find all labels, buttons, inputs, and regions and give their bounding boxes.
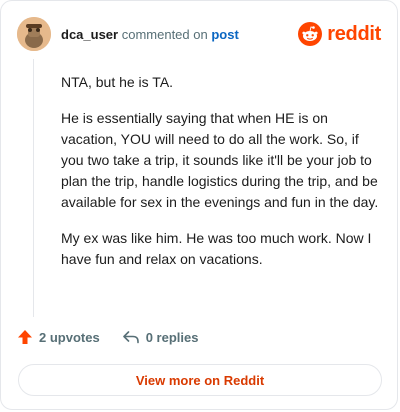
comment-actions: 2 upvotes 0 replies — [17, 329, 198, 345]
comment-meta: dca_user commented on post — [61, 27, 239, 42]
view-more-label: View more on Reddit — [135, 372, 265, 388]
upvote-count: 2 upvotes — [39, 329, 100, 345]
reddit-brand[interactable]: reddit — [298, 22, 381, 46]
view-more-button[interactable]: View more on Reddit — [18, 364, 382, 396]
avatar-image — [17, 17, 51, 51]
comment-paragraph: He is essentially saying that when HE is… — [61, 110, 379, 210]
comment-paragraph: NTA, but he is TA. — [61, 74, 174, 90]
comment-header: dca_user commented on post reddit — [17, 16, 381, 52]
thread-line — [33, 59, 34, 317]
username[interactable]: dca_user — [61, 27, 118, 42]
reddit-logo-icon — [298, 22, 323, 46]
avatar[interactable] — [17, 17, 51, 51]
upvote-button[interactable]: 2 upvotes — [17, 329, 100, 345]
comment-paragraph: My ex was like him. He was too much work… — [61, 230, 372, 267]
upvote-arrow-icon — [18, 330, 32, 344]
comment-body: NTA, but he is TA. He is essentially say… — [61, 72, 381, 285]
brand-wordmark: reddit — [327, 22, 381, 45]
reply-arrow-icon — [122, 331, 139, 344]
comment-card: dca_user commented on post reddit NTA, b… — [0, 0, 398, 410]
post-link[interactable]: post — [211, 27, 238, 42]
action-text: commented on — [121, 26, 208, 42]
reply-count: 0 replies — [145, 329, 199, 345]
reply-button[interactable]: 0 replies — [122, 329, 199, 345]
